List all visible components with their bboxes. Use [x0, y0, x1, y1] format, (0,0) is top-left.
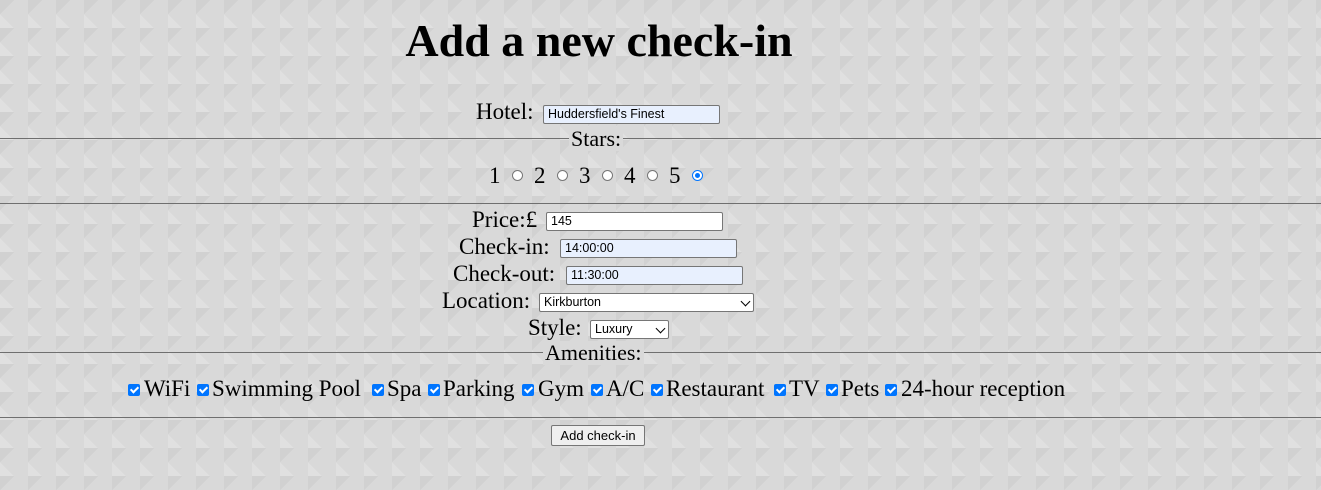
checkout-label: Check-out: [453, 261, 556, 286]
amenity-checkbox-tv[interactable] [774, 384, 786, 396]
amenity-checkbox-wifi[interactable] [128, 384, 140, 396]
checkin-label: Check-in: [459, 234, 550, 259]
style-select-value: Luxury [595, 322, 633, 336]
amenity-checkbox-ac[interactable] [591, 384, 603, 396]
star-option-4-label: 4 [624, 163, 636, 188]
amenity-label-ac: A/C [606, 376, 645, 401]
amenity-label-24-hour-reception: 24-hour reception [901, 376, 1066, 401]
style-select[interactable]: Luxury [590, 320, 669, 339]
amenity-label-parking: Parking [443, 376, 515, 401]
amenity-label-swimming-pool: Swimming Pool [212, 376, 361, 401]
checkout-input[interactable]: 11:30:00 [566, 266, 743, 285]
hotel-label: Hotel: [476, 99, 534, 124]
amenities-fieldset-top-border [0, 352, 1321, 353]
stars-fieldset-top-border [0, 138, 1321, 139]
amenity-checkbox-swimming-pool[interactable] [197, 384, 209, 396]
checkin-input[interactable]: 14:00:00 [560, 239, 737, 258]
star-option-2-label: 2 [534, 163, 546, 188]
star-radio-3[interactable] [602, 170, 613, 181]
location-label: Location: [442, 288, 531, 313]
amenity-label-tv: TV [789, 376, 820, 401]
amenity-label-wifi: WiFi [144, 376, 191, 401]
amenity-label-spa: Spa [387, 376, 422, 401]
add-checkin-button[interactable]: Add check-in [551, 425, 645, 446]
amenity-checkbox-spa[interactable] [372, 384, 384, 396]
location-select[interactable]: Kirkburton [539, 293, 754, 312]
amenity-checkbox-24-hour-reception[interactable] [885, 384, 897, 396]
amenity-label-gym: Gym [538, 376, 584, 401]
star-radio-5[interactable] [692, 170, 703, 181]
price-label: Price:£ [472, 207, 538, 232]
star-option-3-label: 3 [579, 163, 591, 188]
hotel-input[interactable]: Huddersfield's Finest [543, 105, 720, 124]
price-input[interactable]: 145 [546, 212, 723, 231]
star-option-5-label: 5 [669, 163, 681, 188]
amenity-label-restaurant: Restaurant [666, 376, 765, 401]
stars-fieldset-bottom-border [0, 203, 1321, 204]
star-option-1-label: 1 [489, 163, 501, 188]
style-label: Style: [528, 315, 582, 340]
page-title: Add a new check-in [405, 15, 793, 66]
star-radio-2[interactable] [557, 170, 568, 181]
amenities-fieldset-bottom-border [0, 417, 1321, 418]
stars-legend: Stars: [569, 126, 624, 151]
location-select-value: Kirkburton [544, 295, 601, 309]
chevron-down-icon [740, 296, 751, 307]
amenity-checkbox-parking[interactable] [428, 384, 440, 396]
amenity-checkbox-gym[interactable] [522, 384, 534, 396]
amenity-checkbox-pets[interactable] [826, 384, 838, 396]
star-radio-4[interactable] [647, 170, 658, 181]
chevron-down-icon [655, 323, 666, 334]
amenity-checkbox-restaurant[interactable] [651, 384, 663, 396]
amenities-legend: Amenities: [543, 340, 644, 365]
star-radio-1[interactable] [512, 170, 523, 181]
amenity-label-pets: Pets [841, 376, 880, 401]
